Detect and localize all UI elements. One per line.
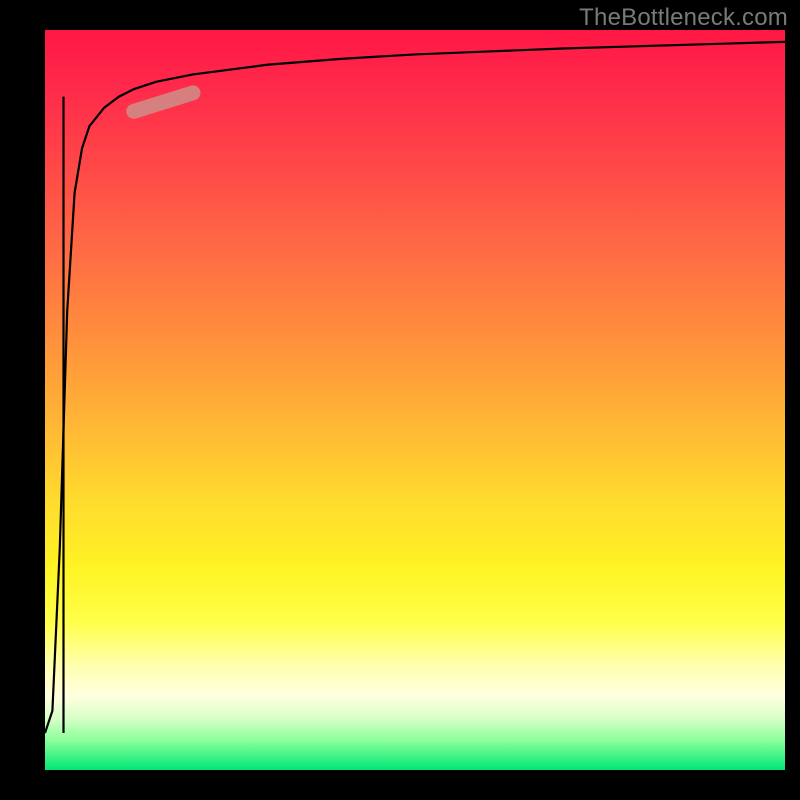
bottleneck-curve-line: [45, 42, 785, 733]
chart-svg-layer: [45, 30, 785, 770]
highlight-marker: [134, 93, 193, 112]
watermark-text: TheBottleneck.com: [579, 4, 788, 32]
chart-stage: TheBottleneck.com: [0, 0, 800, 800]
